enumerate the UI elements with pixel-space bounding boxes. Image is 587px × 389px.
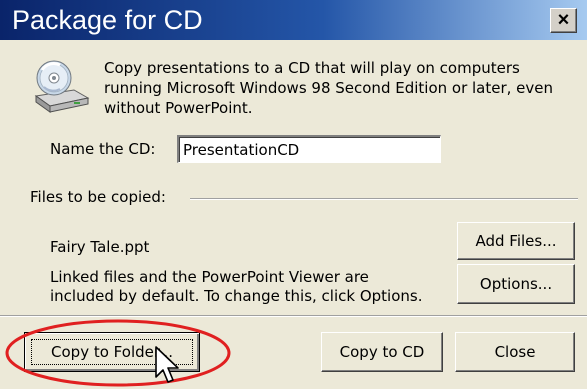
- copy-to-cd-label: Copy to CD: [339, 343, 425, 361]
- linked-note-line-2: included by default. To change this, cli…: [50, 287, 423, 305]
- copy-to-cd-button[interactable]: Copy to CD: [321, 332, 443, 372]
- files-group-label: Files to be copied:: [30, 188, 166, 206]
- title-bar[interactable]: Package for CD ×: [0, 0, 587, 40]
- file-list-item[interactable]: Fairy Tale.ppt: [50, 238, 149, 256]
- cd-drive-icon: [34, 60, 90, 113]
- window-title: Package for CD: [12, 5, 203, 35]
- package-for-cd-dialog: Package for CD × Copy presentations to a…: [0, 0, 587, 389]
- copy-to-folder-button[interactable]: Copy to Folder...: [24, 332, 200, 372]
- copy-to-folder-label: Copy to Folder...: [51, 343, 173, 361]
- linked-note-line-1: Linked files and the PowerPoint Viewer a…: [50, 268, 369, 286]
- options-button[interactable]: Options...: [457, 264, 575, 304]
- add-files-button[interactable]: Add Files...: [457, 222, 575, 260]
- intro-text: Copy presentations to a CD that will pla…: [104, 58, 564, 118]
- linked-files-note: Linked files and the PowerPoint Viewer a…: [50, 268, 422, 306]
- cd-name-label: Name the CD:: [50, 140, 156, 158]
- cd-name-input[interactable]: [177, 135, 441, 163]
- intro-line-1: Copy presentations to a CD that will pla…: [104, 59, 520, 77]
- group-divider: [190, 198, 578, 200]
- intro-line-2: running Microsoft Windows 98 Second Edit…: [104, 79, 554, 97]
- bottom-separator: [0, 315, 587, 317]
- close-label: Close: [494, 343, 536, 361]
- close-button[interactable]: Close: [455, 332, 575, 372]
- add-files-label: Add Files...: [475, 232, 557, 250]
- options-label: Options...: [479, 275, 553, 293]
- intro-line-3: without PowerPoint.: [104, 99, 253, 117]
- close-icon[interactable]: ×: [550, 8, 577, 33]
